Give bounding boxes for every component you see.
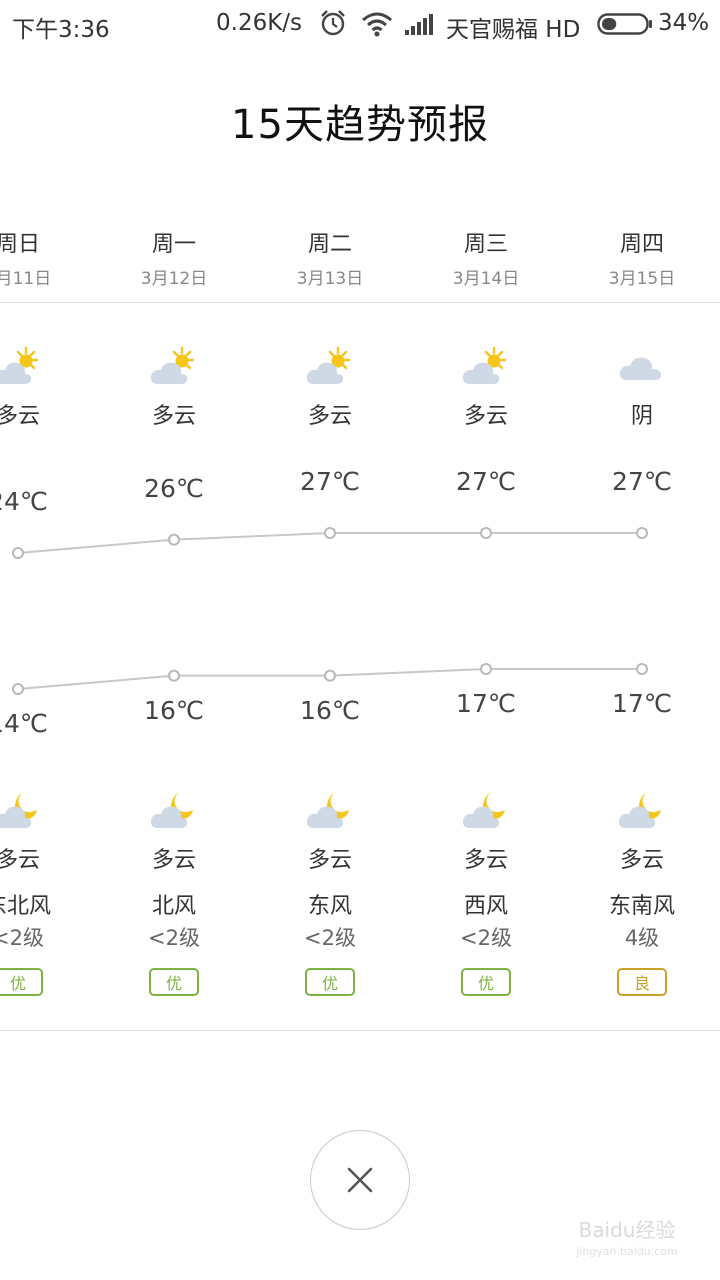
low-temp-point <box>12 683 24 695</box>
watermark-subtext: jingyan.baidu.com <box>576 1245 678 1258</box>
high-temp-point <box>168 533 180 546</box>
low-temp-point <box>636 662 648 675</box>
high-temp-point <box>12 547 24 559</box>
high-temp-point <box>324 526 336 539</box>
temperature-chart <box>12 526 648 695</box>
close-button[interactable] <box>310 1130 410 1230</box>
high-temp-point <box>480 526 492 539</box>
high-temp-point <box>636 526 648 539</box>
close-icon <box>347 1167 373 1193</box>
low-temp-point <box>168 669 180 682</box>
watermark-logo: Baidu经验 jingyan.baidu.com <box>552 1214 702 1258</box>
watermark-text: Baidu经验 <box>578 1218 676 1242</box>
low-temp-point <box>480 662 492 675</box>
low-temp-point <box>324 669 336 682</box>
